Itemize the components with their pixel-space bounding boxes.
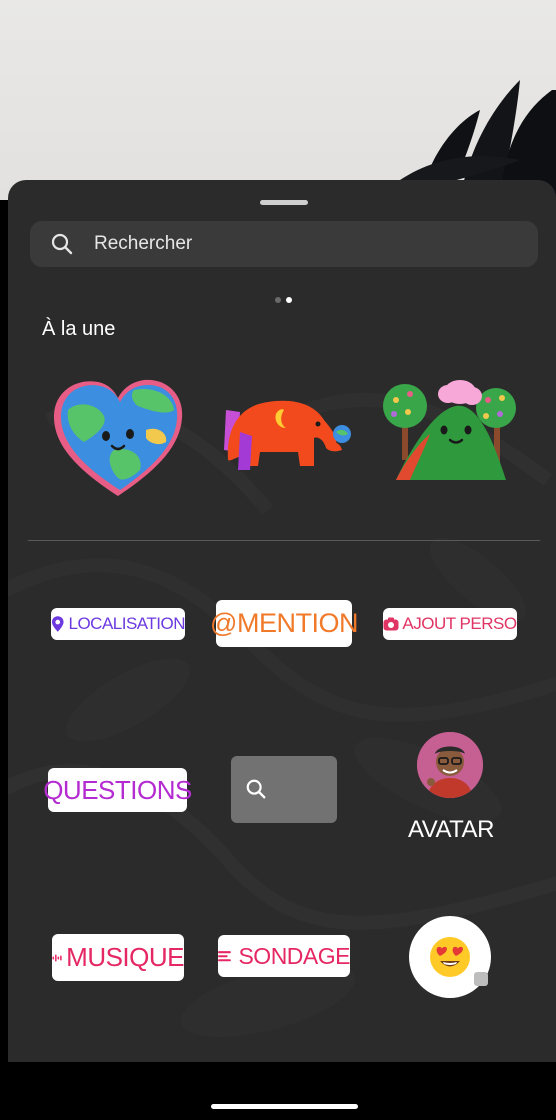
mountain-trees-sticker[interactable] xyxy=(380,370,520,500)
add-yours-sticker[interactable]: AJOUT PERSO xyxy=(383,608,517,640)
earth-heart-sticker[interactable] xyxy=(48,370,188,500)
questions-sticker-label: QUESTIONS xyxy=(43,774,192,805)
mention-sticker-label: MENTION xyxy=(236,608,359,638)
poll-sticker-label: SONDAGE xyxy=(238,942,350,969)
poll-lines-icon xyxy=(218,951,231,962)
location-pin-icon xyxy=(51,616,64,632)
elephant-sticker[interactable] xyxy=(214,370,354,500)
avatar-sticker[interactable] xyxy=(417,732,483,798)
emoji-sticker-corner xyxy=(474,972,488,986)
background-photo xyxy=(0,0,556,200)
gif-search-sticker[interactable] xyxy=(231,756,337,823)
music-sticker-label: MUSIQUE xyxy=(66,942,184,972)
page-dot xyxy=(275,297,281,303)
page-indicator xyxy=(275,290,297,308)
drag-handle[interactable] xyxy=(260,200,308,205)
elephant-sticker-icon xyxy=(224,400,351,470)
page-dot-active xyxy=(286,297,292,303)
section-divider xyxy=(28,540,540,541)
home-indicator[interactable] xyxy=(211,1104,358,1109)
sticker-tray-sheet: Rechercher À la une LOCALISATION @ MENTI… xyxy=(8,180,556,1062)
bottom-safe-area xyxy=(0,1062,556,1120)
poll-sticker[interactable]: SONDAGE xyxy=(218,935,350,977)
music-sticker[interactable]: MUSIQUE xyxy=(52,934,184,981)
mention-sticker[interactable]: @ MENTION xyxy=(210,600,358,647)
earth-heart-sticker-icon xyxy=(53,379,183,496)
location-sticker-label: LOCALISATION xyxy=(68,614,186,633)
avatar-sticker-label: AVATAR xyxy=(408,816,494,843)
avatar-icon xyxy=(417,732,483,798)
mountain-trees-sticker-icon xyxy=(383,380,516,480)
add-yours-sticker-label: AJOUT PERSO xyxy=(402,614,517,633)
sticker-search-field[interactable]: Rechercher xyxy=(30,221,538,267)
location-sticker[interactable]: LOCALISATION xyxy=(51,608,185,640)
search-placeholder: Rechercher xyxy=(94,233,193,254)
search-icon xyxy=(51,233,73,255)
search-icon xyxy=(246,779,266,799)
mention-at-symbol: @ xyxy=(210,608,237,638)
heart-eyes-emoji-icon xyxy=(430,937,470,977)
featured-section-title: À la une xyxy=(42,318,116,340)
camera-icon xyxy=(383,617,399,631)
questions-sticker[interactable]: QUESTIONS xyxy=(43,768,192,812)
music-waveform-icon xyxy=(52,953,62,962)
